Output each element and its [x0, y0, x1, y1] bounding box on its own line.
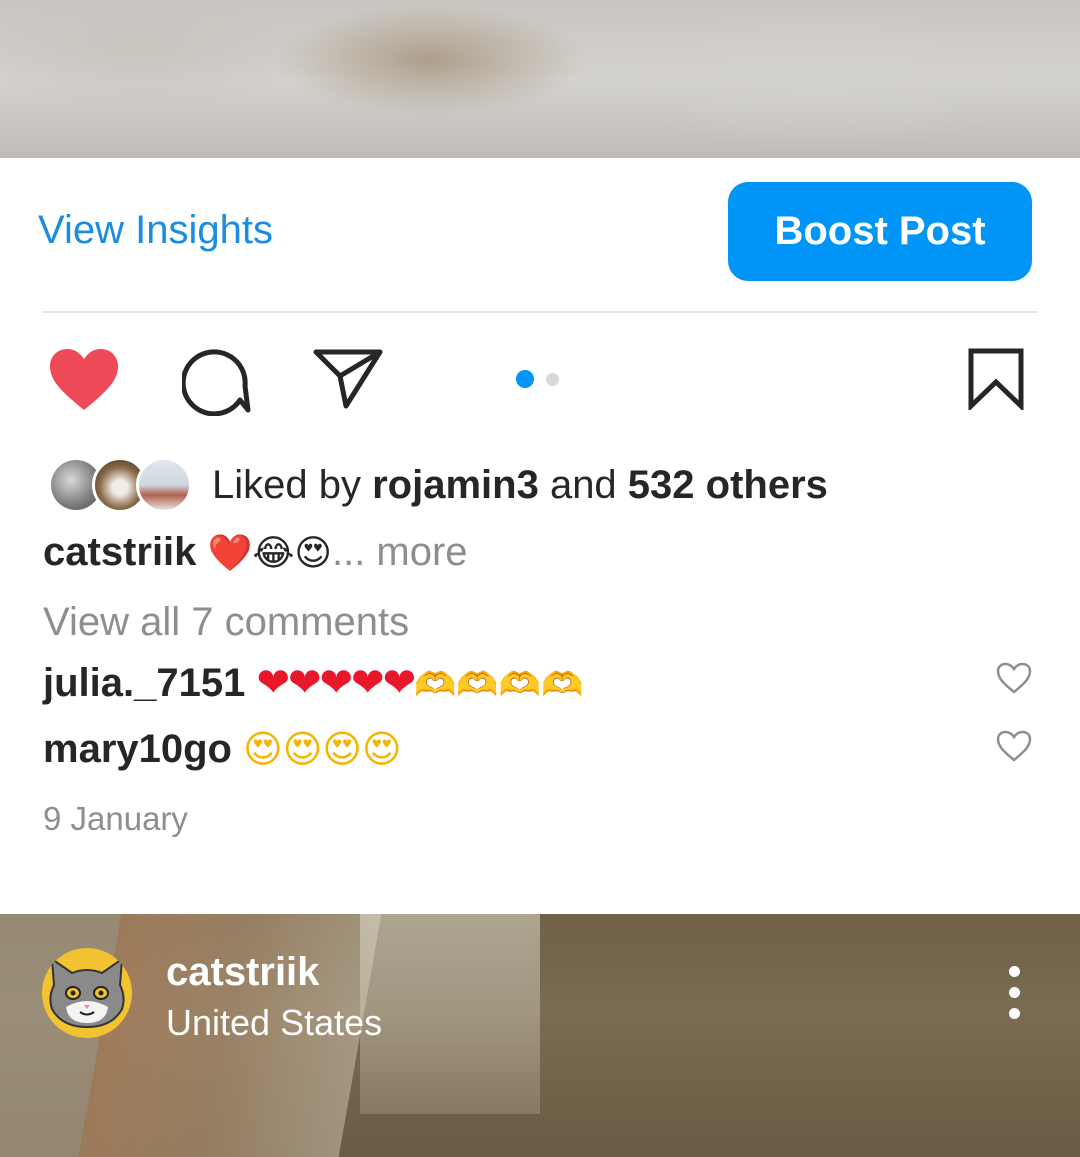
bookmark-icon[interactable] — [968, 348, 1024, 410]
dot — [1008, 966, 1020, 977]
boost-post-button[interactable]: Boost Post — [728, 182, 1032, 281]
likes-prefix: Liked by — [212, 462, 373, 507]
comment-icon[interactable] — [182, 346, 252, 416]
likes-row[interactable]: Liked by rojamin3 and 532 others — [48, 455, 828, 515]
carousel-dot-active — [516, 370, 534, 388]
share-icon[interactable] — [312, 348, 384, 410]
comment-heart-hands: 🫶🫶🫶🫶 — [414, 666, 584, 704]
carousel-indicator — [516, 370, 559, 388]
liker-username[interactable]: rojamin3 — [372, 463, 539, 507]
cat-avatar-icon — [49, 957, 125, 1029]
caption-username[interactable]: catstriik — [43, 530, 196, 574]
avatar — [136, 457, 192, 513]
insights-row: View Insights Boost Post — [0, 158, 1080, 310]
carousel-dot — [546, 372, 559, 386]
caption-emojis: ❤️😂😍 — [207, 533, 332, 574]
view-all-comments-link[interactable]: View all 7 comments — [43, 600, 409, 645]
next-post-location[interactable]: United States — [166, 1002, 382, 1044]
likes-middle: and — [538, 462, 628, 507]
view-insights-link[interactable]: View Insights — [38, 208, 273, 253]
comment-username[interactable]: mary10go — [43, 727, 232, 771]
divider — [42, 311, 1038, 313]
comment-emojis: 😍😍😍😍 — [243, 729, 402, 771]
likes-others[interactable]: 532 others — [628, 463, 828, 507]
comment-like-heart-icon[interactable] — [996, 662, 1032, 694]
next-post-image-detail — [360, 914, 540, 1114]
comment-item: mary10go 😍😍😍😍 — [43, 727, 402, 772]
dot — [1008, 987, 1020, 998]
comment-item: julia._7151 ❤❤❤❤❤🫶🫶🫶🫶 — [43, 660, 583, 706]
post-image-top[interactable] — [0, 0, 1080, 158]
comment-hearts: ❤❤❤❤❤ — [256, 661, 417, 705]
caption: catstriik ❤️😂😍... more — [43, 530, 468, 575]
more-vertical-icon[interactable] — [1004, 966, 1024, 1026]
likes-summary: Liked by rojamin3 and 532 others — [212, 463, 828, 508]
post-date: 9 January — [43, 800, 188, 837]
caption-more-link[interactable]: ... more — [332, 530, 468, 574]
avatar[interactable] — [42, 948, 132, 1038]
next-post-username[interactable]: catstriik — [166, 950, 319, 995]
heart-icon[interactable] — [48, 348, 120, 412]
comment-username[interactable]: julia._7151 — [43, 661, 245, 705]
next-post-header: catstriik United States — [0, 914, 1080, 1157]
liker-avatars — [48, 455, 192, 515]
comment-like-heart-icon[interactable] — [996, 730, 1032, 762]
dot — [1008, 1008, 1020, 1019]
post-actions — [0, 330, 1080, 430]
